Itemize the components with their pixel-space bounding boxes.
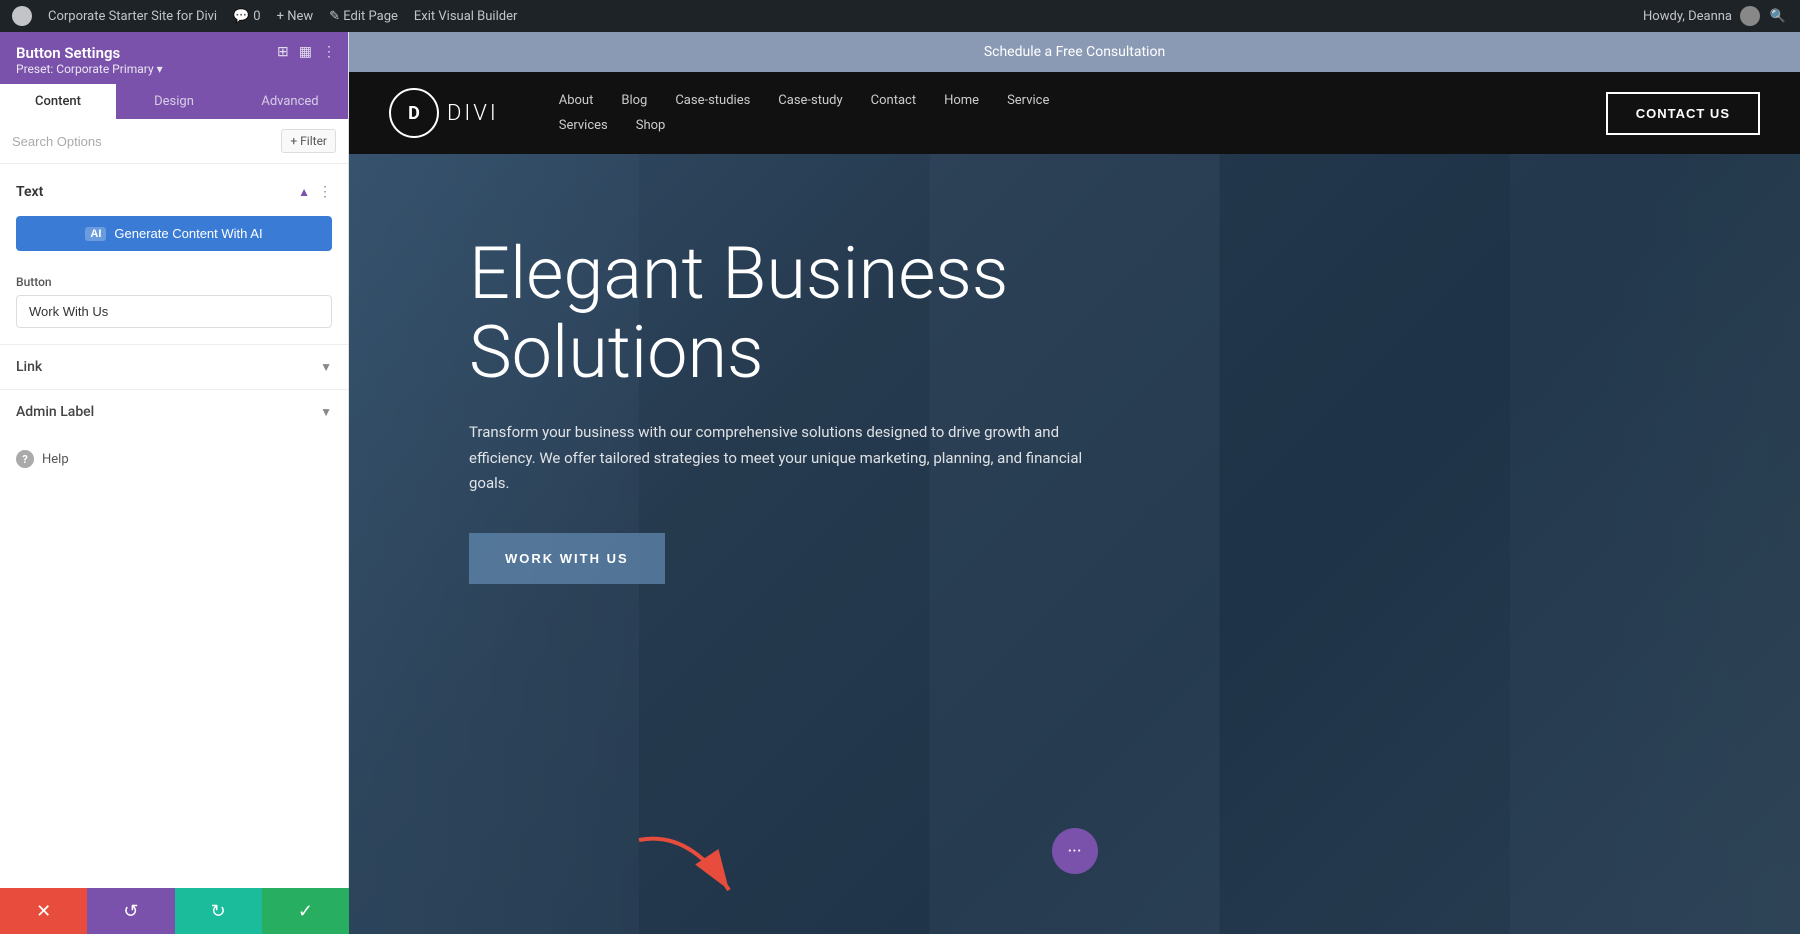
- nav-row-1: About Blog Case-studies Case-study Conta…: [559, 93, 1606, 108]
- site-nav: About Blog Case-studies Case-study Conta…: [559, 93, 1606, 133]
- admin-label-label: Admin Label: [16, 404, 94, 420]
- nav-services[interactable]: Services: [559, 118, 608, 133]
- new-button[interactable]: + New: [277, 9, 314, 24]
- section-controls: ▲ ⋮: [298, 184, 332, 200]
- bottom-bar: ✕ ↺ ↻ ✓: [0, 888, 349, 934]
- nav-row-2: Services Shop: [559, 118, 1606, 133]
- howdy-label: Howdy, Deanna: [1643, 9, 1732, 24]
- link-collapse-icon[interactable]: ▼: [320, 360, 332, 374]
- redo-button[interactable]: ↻: [175, 888, 262, 934]
- announcement-text: Schedule a Free Consultation: [984, 44, 1165, 60]
- nav-shop[interactable]: Shop: [636, 118, 666, 133]
- panel-layout-icon[interactable]: ▦: [299, 44, 312, 60]
- hero-section: Elegant Business Solutions Transform you…: [349, 154, 1800, 934]
- admin-label-section: Admin Label ▼: [0, 389, 348, 434]
- ai-generate-button[interactable]: AI Generate Content With AI: [16, 216, 332, 251]
- svg-text:W: W: [19, 13, 26, 21]
- link-section: Link ▼: [0, 344, 348, 389]
- announcement-bar: Schedule a Free Consultation: [349, 32, 1800, 72]
- wp-logo-icon[interactable]: W: [12, 6, 32, 26]
- link-section-header[interactable]: Link ▼: [0, 345, 348, 389]
- dots-icon: ···: [1067, 841, 1081, 862]
- link-label: Link: [16, 359, 42, 375]
- panel-expand-icon[interactable]: ⊞: [277, 44, 289, 60]
- search-icon[interactable]: 🔍: [1768, 6, 1788, 26]
- floating-dots-button[interactable]: ···: [1052, 828, 1098, 874]
- site-logo[interactable]: D DIVI: [389, 88, 499, 138]
- tab-design[interactable]: Design: [116, 84, 232, 119]
- exit-builder-button[interactable]: Exit Visual Builder: [414, 9, 517, 24]
- redo-icon: ↻: [211, 901, 226, 922]
- panel-header: Button Settings Preset: Corporate Primar…: [0, 32, 348, 84]
- ai-badge: AI: [85, 227, 106, 241]
- help-link[interactable]: ? Help: [0, 434, 348, 484]
- ai-button-label: Generate Content With AI: [114, 226, 262, 241]
- text-section-header[interactable]: Text ▲ ⋮: [0, 176, 348, 208]
- hero-title: Elegant Business Solutions: [469, 234, 1129, 392]
- site-name[interactable]: Corporate Starter Site for Divi: [48, 9, 217, 24]
- help-icon: ?: [16, 450, 34, 468]
- contact-us-button[interactable]: CONTACT US: [1606, 92, 1760, 135]
- main-layout: Button Settings Preset: Corporate Primar…: [0, 32, 1800, 934]
- nav-case-study[interactable]: Case-study: [778, 93, 842, 108]
- tab-content[interactable]: Content: [0, 84, 116, 119]
- undo-button[interactable]: ↺: [87, 888, 174, 934]
- section-options-icon[interactable]: ⋮: [318, 184, 332, 200]
- help-label: Help: [42, 452, 69, 467]
- save-button[interactable]: ✓: [262, 888, 349, 934]
- panel-preset[interactable]: Preset: Corporate Primary ▾: [16, 62, 332, 76]
- user-avatar: [1740, 6, 1760, 26]
- section-collapse-icon[interactable]: ▲: [298, 185, 310, 199]
- wp-admin-bar: W Corporate Starter Site for Divi 💬 0 + …: [0, 0, 1800, 32]
- button-field-label: Button: [16, 275, 332, 289]
- panel-search-bar: + Filter: [0, 119, 348, 164]
- edit-page-button[interactable]: ✎ Edit Page: [329, 9, 398, 24]
- panel-header-icons: ⊞ ▦ ⋮: [277, 44, 336, 60]
- comments-icon[interactable]: 💬 0: [233, 9, 261, 24]
- nav-about[interactable]: About: [559, 93, 594, 108]
- logo-icon: D: [389, 88, 439, 138]
- panel-tabs: Content Design Advanced: [0, 84, 348, 119]
- panel-more-icon[interactable]: ⋮: [322, 44, 336, 60]
- admin-label-collapse-icon[interactable]: ▼: [320, 405, 332, 419]
- left-panel: Button Settings Preset: Corporate Primar…: [0, 32, 349, 934]
- nav-blog[interactable]: Blog: [621, 93, 647, 108]
- filter-button[interactable]: + Filter: [281, 129, 336, 153]
- button-text-input[interactable]: [16, 295, 332, 328]
- save-icon: ✓: [298, 901, 313, 922]
- nav-contact[interactable]: Contact: [871, 93, 916, 108]
- text-section-title: Text: [16, 184, 43, 200]
- nav-case-studies[interactable]: Case-studies: [675, 93, 750, 108]
- button-field-group: Button: [0, 267, 348, 344]
- cancel-button[interactable]: ✕: [0, 888, 87, 934]
- site-preview: Schedule a Free Consultation D DIVI Abou…: [349, 32, 1800, 934]
- admin-label-header[interactable]: Admin Label ▼: [0, 390, 348, 434]
- undo-icon: ↺: [123, 901, 138, 922]
- panel-content: Text ▲ ⋮ AI Generate Content With AI But…: [0, 164, 348, 934]
- hero-content: Elegant Business Solutions Transform you…: [349, 154, 1249, 644]
- nav-home[interactable]: Home: [944, 93, 979, 108]
- user-menu[interactable]: Howdy, Deanna 🔍: [1643, 6, 1788, 26]
- cancel-icon: ✕: [36, 901, 51, 922]
- nav-service[interactable]: Service: [1007, 93, 1049, 108]
- logo-text: DIVI: [447, 101, 499, 126]
- search-input[interactable]: [12, 134, 273, 149]
- hero-cta-button[interactable]: WORK WITH US: [469, 533, 665, 584]
- tab-advanced[interactable]: Advanced: [232, 84, 348, 119]
- site-header: D DIVI About Blog Case-studies Case-stud…: [349, 72, 1800, 154]
- hero-subtitle: Transform your business with our compreh…: [469, 420, 1089, 497]
